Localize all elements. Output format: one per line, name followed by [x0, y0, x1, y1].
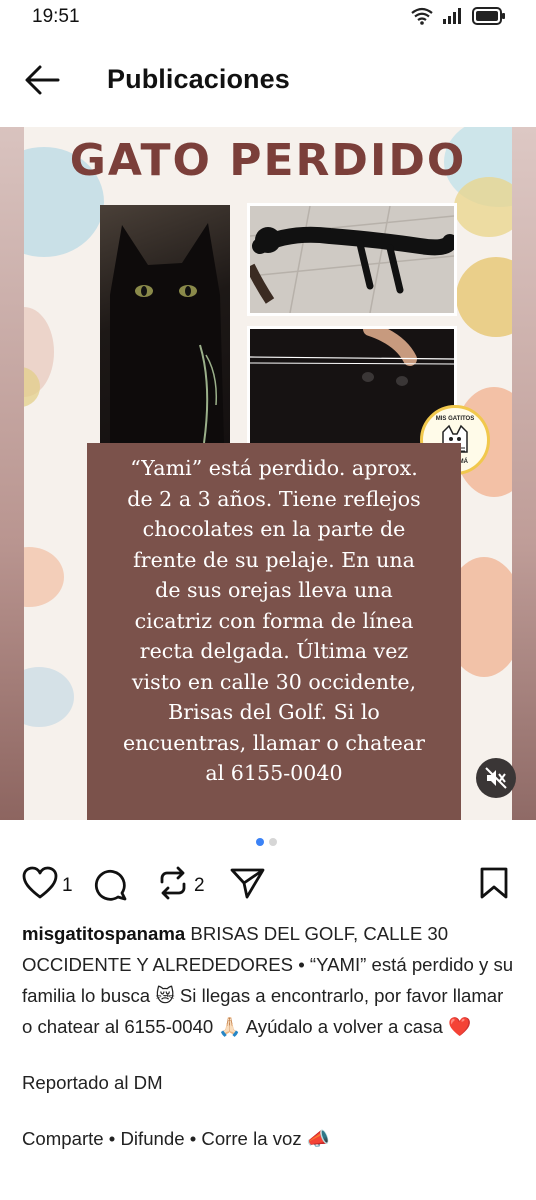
description-line: de 2 a 3 años. Tiene reflejos	[127, 486, 421, 511]
cat-photo-portrait	[100, 205, 230, 445]
send-icon	[230, 866, 266, 905]
carousel-indicator	[256, 838, 277, 846]
back-button[interactable]	[22, 62, 62, 98]
description-line: recta delgada. Última vez	[139, 639, 409, 663]
cat-photo-lying	[247, 203, 457, 316]
lost-cat-poster: GATO PERDIDO MIS GATITOS “Yami” está per…	[24, 127, 512, 820]
heart-icon	[22, 866, 58, 905]
description-line: cicatriz con forma de línea	[134, 608, 414, 633]
post-media[interactable]: GATO PERDIDO MIS GATITOS “Yami” está per…	[0, 127, 536, 820]
repost-count: 2	[194, 874, 205, 896]
caption-username[interactable]: misgatitospanama	[22, 923, 185, 944]
media-edge-left	[0, 127, 24, 820]
poster-title: GATO PERDIDO	[69, 135, 467, 186]
decor-blob	[456, 257, 512, 337]
status-icons	[410, 6, 506, 26]
carousel-dot-active	[256, 838, 264, 846]
battery-icon	[472, 6, 506, 26]
header: Publicaciones	[0, 52, 536, 110]
description-line: de sus orejas lleva una	[155, 578, 393, 602]
signal-icon	[442, 7, 464, 25]
like-button[interactable]: 1	[22, 866, 73, 905]
description-line: “Yami” está perdido. aprox.	[130, 456, 418, 480]
repost-button[interactable]: 2	[156, 866, 205, 905]
lost-cat-description: “Yami” está perdido. aprox. de 2 a 3 años…	[87, 443, 461, 820]
page-title: Publicaciones	[107, 64, 290, 94]
description-line: encuentras, llamar o chatear	[122, 730, 425, 755]
arrow-left-icon	[22, 65, 62, 102]
like-count: 1	[62, 874, 73, 896]
bookmark-icon	[478, 866, 510, 905]
caption-line-reported: Reportado al DM	[22, 1072, 163, 1093]
decor-blob	[24, 667, 74, 727]
media-edge-right	[512, 127, 536, 820]
status-bar: 19:51	[0, 0, 536, 36]
description-line: frente de su pelaje. En una	[133, 547, 415, 572]
description-line: visto en calle 30 occidente,	[131, 669, 417, 694]
description-line: Brisas del Golf. Si lo	[168, 700, 380, 724]
caption-line-share: Comparte • Difunde • Corre la voz 📣	[22, 1128, 330, 1149]
carousel-dot	[269, 838, 277, 846]
decor-blob	[24, 547, 64, 607]
post-actions: 1 2	[0, 860, 536, 908]
wifi-icon	[410, 6, 434, 26]
repost-icon	[156, 866, 190, 905]
comment-button[interactable]	[92, 866, 128, 907]
caption-paragraph: misgatitospanama BRISAS DEL GOLF, CALLE …	[22, 918, 516, 1042]
description-line: chocolates en la parte de	[142, 517, 406, 541]
status-time: 19:51	[32, 6, 80, 27]
mute-button[interactable]	[476, 758, 516, 798]
save-button[interactable]	[478, 866, 510, 905]
post-caption: misgatitospanama BRISAS DEL GOLF, CALLE …	[22, 918, 516, 1154]
decor-blob	[454, 177, 512, 237]
comment-icon	[92, 866, 128, 907]
description-line: al 6155-0040	[205, 761, 343, 785]
share-button[interactable]	[230, 866, 266, 905]
